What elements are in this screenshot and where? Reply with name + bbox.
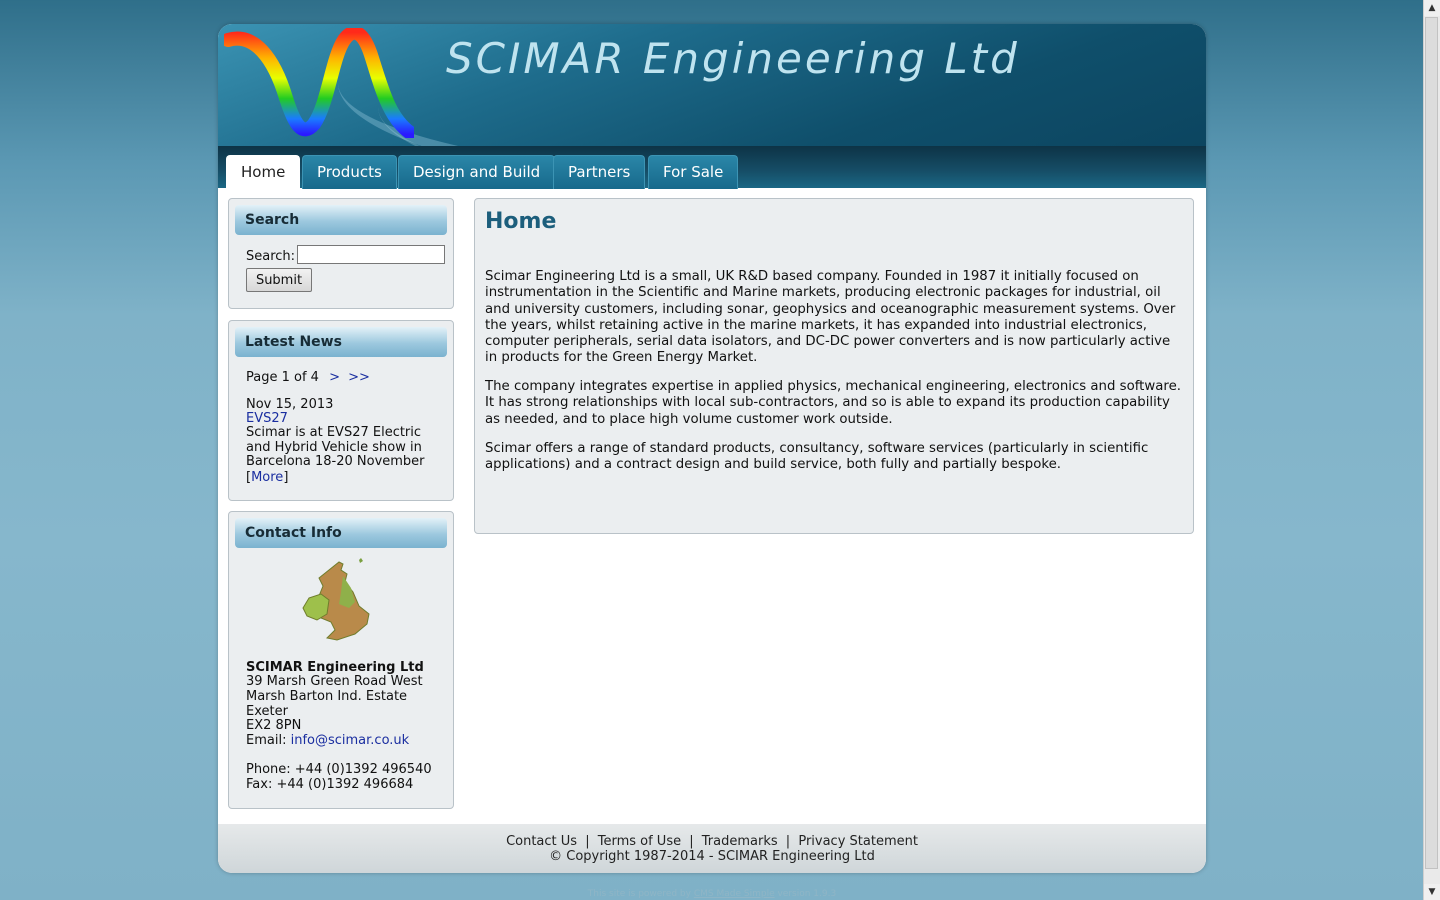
contact-address-line-1: 39 Marsh Green Road West <box>246 674 423 689</box>
contact-email-link[interactable]: info@scimar.co.uk <box>291 733 410 748</box>
services-paragraph: Scimar offers a range of standard produc… <box>485 441 1149 473</box>
scroll-up-icon[interactable]: ▲ <box>1424 0 1440 16</box>
latest-news-panel: Latest News Page 1 of 4 > >> Nov 15, 201… <box>228 320 454 501</box>
search-heading: Search <box>235 205 447 235</box>
search-submit-button[interactable]: Submit <box>246 268 312 292</box>
powered-by-line: This site is powered by CMS Made Simple … <box>0 889 1424 899</box>
vertical-scrollbar[interactable]: ▲ ▼ <box>1423 0 1440 900</box>
news-item-title-link[interactable]: EVS27 <box>246 411 288 426</box>
intro-paragraph: Scimar Engineering Ltd is a small, UK R&… <box>485 269 1176 366</box>
contact-info-heading: Contact Info <box>235 518 447 548</box>
tab-partners[interactable]: Partners <box>553 155 646 189</box>
powered-by-prefix: This site is powered by <box>587 889 691 899</box>
main-navigation: Home Products Design and Build Partners … <box>218 146 1206 189</box>
page-container: SCIMAR Engineering Ltd Home Products Des… <box>218 24 1206 873</box>
powered-by-cms-link[interactable]: CMS Made Simple <box>694 889 775 899</box>
powered-by-version: version 1.9.3 <box>777 889 837 899</box>
contact-info-panel: Contact Info SCIMAR Engineering Ltd 39 M… <box>228 511 454 809</box>
footer-separator: | <box>785 834 791 849</box>
contact-city: Exeter <box>246 704 288 719</box>
footer-separator: | <box>689 834 694 849</box>
footer-separator: | <box>585 834 590 849</box>
contact-address-line-2: Marsh Barton Ind. Estate <box>246 689 408 704</box>
expertise-paragraph: The company integrates expertise in appl… <box>485 379 1181 427</box>
news-date: Nov 15, 2013 <box>246 397 334 412</box>
contact-phone: Phone: +44 (0)1392 496540 <box>246 762 432 777</box>
search-label: Search: <box>246 249 296 264</box>
search-panel: Search Search: Submit <box>228 198 454 309</box>
contact-email-row: Email: info@scimar.co.uk <box>246 733 409 748</box>
site-header: SCIMAR Engineering Ltd <box>218 24 1206 146</box>
news-last-link[interactable]: >> <box>348 370 370 385</box>
footer-copyright: © Copyright 1987-2014 - SCIMAR Engineeri… <box>549 849 875 864</box>
tab-products[interactable]: Products <box>302 155 397 189</box>
site-title: SCIMAR Engineering Ltd <box>446 34 1020 83</box>
tab-design-and-build[interactable]: Design and Build <box>398 155 556 189</box>
news-more-bracket: ] <box>283 470 289 485</box>
footer-link-contact-us[interactable]: Contact Us <box>506 834 577 849</box>
news-next-link[interactable]: > <box>329 370 340 385</box>
news-pager-text: Page 1 of 4 <box>246 370 319 385</box>
news-more: [More] <box>246 470 288 485</box>
tab-for-sale[interactable]: For Sale <box>648 155 739 189</box>
footer-link-terms-of-use[interactable]: Terms of Use <box>598 834 681 849</box>
scrollbar-thumb[interactable] <box>1425 17 1438 869</box>
scimar-logo-icon[interactable] <box>224 28 414 138</box>
search-input[interactable] <box>297 245 445 264</box>
contact-postcode: EX2 8PN <box>246 718 302 733</box>
footer-links: Contact Us | Terms of Use | Trademarks |… <box>218 834 1206 849</box>
page-title: Home <box>485 209 557 234</box>
contact-company: SCIMAR Engineering Ltd <box>246 660 424 675</box>
footer-link-trademarks[interactable]: Trademarks <box>702 834 778 849</box>
uk-map-icon <box>302 558 370 641</box>
tab-home[interactable]: Home <box>226 155 301 189</box>
footer-link-privacy-statement[interactable]: Privacy Statement <box>798 834 918 849</box>
news-more-link[interactable]: More <box>251 470 283 485</box>
scroll-down-icon[interactable]: ▼ <box>1424 884 1440 900</box>
news-pager: Page 1 of 4 > >> <box>246 370 370 385</box>
contact-email-label: Email: <box>246 733 287 748</box>
news-item-summary: Scimar is at EVS27 Electric and Hybrid V… <box>246 425 425 470</box>
latest-news-heading: Latest News <box>235 327 447 357</box>
contact-fax: Fax: +44 (0)1392 496684 <box>246 777 414 792</box>
site-footer: Contact Us | Terms of Use | Trademarks |… <box>218 824 1206 873</box>
main-content: Home Scimar Engineering Ltd is a small, … <box>474 198 1194 534</box>
